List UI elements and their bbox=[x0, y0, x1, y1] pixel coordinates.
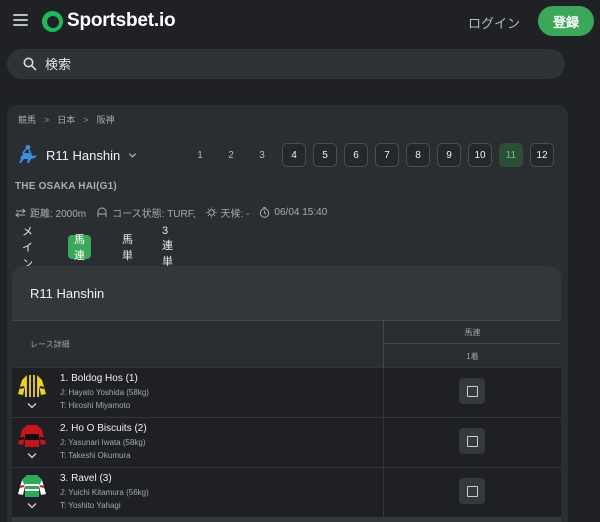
jockey-silks-icon bbox=[18, 475, 46, 497]
race-number-10[interactable]: 10 bbox=[468, 143, 492, 167]
market-column-header: 馬連 bbox=[384, 321, 561, 344]
pick-checkbox[interactable] bbox=[459, 378, 485, 404]
top-header: Sportsbet.io ログイン 登録 bbox=[0, 0, 600, 42]
horse-name: 1. Boldog Hos (1) bbox=[60, 373, 138, 384]
trainer-name: T: Takeshi Okumura bbox=[60, 451, 131, 460]
pick-checkbox[interactable] bbox=[459, 478, 485, 504]
market-title: R11 Hanshin bbox=[30, 286, 105, 301]
race-title: R11 Hanshin bbox=[46, 147, 121, 163]
race-selector[interactable]: R11 Hanshin bbox=[15, 144, 137, 166]
login-link[interactable]: ログイン bbox=[468, 13, 520, 32]
tab-main[interactable]: メイン bbox=[16, 226, 39, 270]
search-icon bbox=[23, 57, 37, 71]
distance-info: 距離: 2000m bbox=[15, 205, 86, 220]
runner-details: 1. Boldog Hos (1) J: Hayato Yoshida (58k… bbox=[12, 368, 384, 418]
jockey-silks-icon bbox=[18, 425, 46, 447]
distance-arrows-icon bbox=[15, 208, 26, 217]
search-input[interactable] bbox=[45, 55, 545, 73]
course-text: コース状態: TURF, bbox=[112, 209, 196, 220]
logo[interactable]: Sportsbet.io bbox=[42, 10, 176, 32]
trainer-name: T: Hiroshi Miyamoto bbox=[60, 401, 131, 410]
weather-text: 天候: - bbox=[220, 209, 250, 220]
race-info: 距離: 2000m コース状態: TURF, 天候: - 06/04 15:40 bbox=[15, 205, 337, 220]
jockey-silks-icon bbox=[18, 375, 46, 397]
clock-icon bbox=[260, 207, 270, 218]
race-number-5[interactable]: 5 bbox=[313, 143, 337, 167]
distance-text: 距離: 2000m bbox=[30, 209, 87, 220]
table-row: 3. Ravel (3) J: Yuichi Kitamura (56kg) T… bbox=[12, 467, 561, 518]
chevron-down-icon[interactable] bbox=[27, 502, 37, 509]
chevron-down-icon bbox=[129, 152, 137, 158]
logo-mark-icon bbox=[42, 10, 63, 32]
horse-name: 2. Ho O Biscuits (2) bbox=[60, 423, 147, 434]
jockey-name: J: Hayato Yoshida (58kg) bbox=[60, 388, 149, 397]
table-row: 2. Ho O Biscuits (2) J: Yasunari Iwata (… bbox=[12, 417, 561, 468]
race-number-2[interactable]: 2 bbox=[219, 143, 243, 167]
search-bar[interactable] bbox=[7, 49, 565, 79]
register-button[interactable]: 登録 bbox=[538, 6, 594, 36]
runner-details: 3. Ravel (3) J: Yuichi Kitamura (56kg) T… bbox=[12, 468, 384, 518]
datetime-info: 06/04 15:40 bbox=[259, 207, 327, 218]
trainer-name: T: Yoshito Yahagi bbox=[60, 501, 121, 510]
horse-racing-icon bbox=[19, 144, 37, 163]
tab-exacta[interactable]: 馬単 bbox=[116, 234, 139, 262]
chevron-down-icon[interactable] bbox=[27, 452, 37, 459]
breadcrumb: 競馬 > 日本 > 阪神 bbox=[18, 113, 115, 126]
hamburger-menu-icon[interactable] bbox=[13, 14, 28, 26]
runner-details: 2. Ho O Biscuits (2) J: Yasunari Iwata (… bbox=[12, 418, 384, 468]
chevron-down-icon[interactable] bbox=[27, 402, 37, 409]
jockey-name: J: Yasunari Iwata (58kg) bbox=[60, 438, 146, 447]
tab-trifecta[interactable]: 3連単 bbox=[156, 225, 179, 268]
course-info: コース状態: TURF, bbox=[96, 205, 196, 220]
race-number-6[interactable]: 6 bbox=[344, 143, 368, 167]
chevron-right-icon: > bbox=[44, 114, 50, 125]
race-number-12[interactable]: 12 bbox=[530, 143, 554, 167]
race-number-9[interactable]: 9 bbox=[437, 143, 461, 167]
weather-info: 天候: - bbox=[206, 205, 250, 220]
breadcrumb-item[interactable]: 競馬 bbox=[18, 113, 36, 126]
pick-column-header: 1着 bbox=[466, 351, 479, 361]
sun-icon bbox=[206, 207, 217, 218]
race-number-1[interactable]: 1 bbox=[188, 143, 212, 167]
horse-name: 3. Ravel (3) bbox=[60, 473, 112, 484]
chevron-right-icon: > bbox=[83, 114, 89, 125]
race-number-7[interactable]: 7 bbox=[375, 143, 399, 167]
race-number-8[interactable]: 8 bbox=[406, 143, 430, 167]
breadcrumb-item[interactable]: 阪神 bbox=[97, 113, 115, 126]
race-name: THE OSAKA HAI(G1) bbox=[15, 181, 117, 192]
breadcrumb-item[interactable]: 日本 bbox=[57, 113, 75, 126]
jockey-name: J: Yuichi Kitamura (56kg) bbox=[60, 488, 149, 497]
market-card: R11 Hanshin レース詳細 馬連 1着 1. Boldog Hos (1… bbox=[12, 266, 561, 522]
table-header: レース詳細 馬連 1着 bbox=[12, 320, 561, 368]
pick-checkbox[interactable] bbox=[459, 428, 485, 454]
datetime-text: 06/04 15:40 bbox=[274, 207, 328, 218]
race-number-4[interactable]: 4 bbox=[282, 143, 306, 167]
race-panel: 競馬 > 日本 > 阪神 R11 Hanshin 1 2 3 4 5 6 7 8… bbox=[7, 105, 568, 522]
course-icon bbox=[97, 207, 107, 217]
logo-text: Sportsbet.io bbox=[67, 10, 176, 31]
table-row: 1. Boldog Hos (1) J: Hayato Yoshida (58k… bbox=[12, 367, 561, 418]
tab-quinella[interactable]: 馬連 bbox=[68, 234, 91, 262]
race-number-11[interactable]: 11 bbox=[499, 143, 523, 167]
race-number-3[interactable]: 3 bbox=[250, 143, 274, 167]
race-details-header: レース詳細 bbox=[12, 321, 384, 368]
